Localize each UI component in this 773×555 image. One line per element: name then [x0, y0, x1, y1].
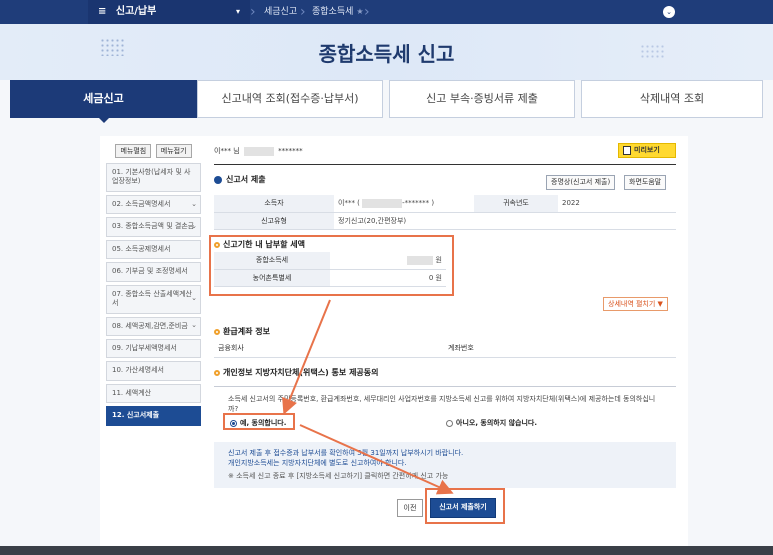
highlight-consent-yes — [223, 413, 295, 430]
account-value[interactable] — [494, 340, 676, 358]
masked-id — [362, 198, 403, 208]
chevron-down-icon: ⌄ — [191, 199, 197, 208]
print-certificate-button[interactable]: 증명상(신고서 제출) — [546, 175, 616, 190]
radio-empty-icon — [446, 419, 453, 427]
screen-help-button[interactable]: 화면도움말 — [624, 175, 667, 190]
chevron-right-icon: › — [250, 4, 256, 20]
tab-bar: 세금신고 신고내역 조회(접수증·납부서) 신고 부속·증빙서류 제출 삭제내역… — [10, 80, 763, 123]
consent-no-radio[interactable]: 아니오, 동의하지 않습니다. — [446, 418, 537, 428]
main-menu-dropdown[interactable]: ≡ 신고/납부 ▾ — [88, 0, 250, 24]
section-refund-title: 환급계좌 정보 — [214, 326, 270, 337]
taxpayer-label: 소득자 — [214, 195, 334, 213]
sidebar-item-tax-calc[interactable]: 11. 세액계산 — [106, 383, 201, 404]
bank-value[interactable] — [264, 340, 444, 358]
chevron-right-icon: › — [300, 4, 306, 20]
chevron-down-icon: ⌄ — [191, 294, 197, 303]
breadcrumb-tax-report[interactable]: 세금신고 — [264, 0, 297, 24]
chevron-right-icon: › — [364, 4, 370, 20]
taxpayer-value: 이*** ( -******* ) — [334, 195, 474, 213]
chevron-down-icon: ⌄ — [191, 222, 197, 231]
account-label: 계좌번호 — [444, 340, 494, 358]
section-bullet-icon — [214, 369, 220, 376]
section-bullet-icon — [214, 175, 222, 184]
top-navigation: ≡ 신고/납부 ▾ › 세금신고 › 종합소득세 ★ › ⌄ — [0, 0, 773, 24]
sidebar-item-income-statement[interactable]: 02. 소득금액명세서 ⌄ — [106, 194, 201, 215]
sidebar-item-deductions[interactable]: 05. 소득공제명세서 — [106, 239, 201, 260]
footer-bar — [0, 546, 773, 555]
favorite-star-icon[interactable]: ★ — [356, 7, 363, 16]
highlight-submit — [425, 488, 505, 524]
user-info: 이*** 님 ******* — [214, 146, 303, 156]
page-header: 종합소득세 신고 — [0, 24, 773, 80]
expand-details-button[interactable]: 상세내역 펼치기 ▼ — [603, 297, 668, 311]
page-title: 종합소득세 신고 — [318, 42, 455, 66]
sidebar-item-income-loss[interactable]: 03. 종합소득금액 및 결손금 ⌄ — [106, 217, 201, 237]
sidebar-item-submit[interactable]: 12. 신고서제출 — [106, 406, 201, 426]
hamburger-icon: ≡ — [98, 6, 107, 17]
expand-menu-button[interactable]: 메뉴펼침 — [115, 144, 152, 158]
chevron-down-icon: ⌄ — [191, 321, 197, 330]
breadcrumb-income-tax[interactable]: 종합소득세 ★ — [312, 0, 364, 24]
sidebar-item-basic-info[interactable]: 01. 기본사항(납세자 및 사업장정보) — [106, 163, 201, 192]
highlight-tax-due — [209, 235, 454, 296]
collapse-menu-button[interactable]: 메뉴접기 — [155, 144, 192, 158]
section-submit-title: 신고서 제출 — [214, 174, 266, 185]
document-icon — [623, 145, 631, 155]
section-bullet-icon — [214, 328, 220, 335]
expand-circle-icon[interactable]: ⌄ — [663, 6, 675, 18]
taxpayer-info-table: 소득자 이*** ( -******* ) 귀속년도 2022 신고유형 정기신… — [214, 195, 676, 230]
sidebar-item-penalty[interactable]: 10. 가산세명세서 — [106, 361, 201, 381]
masked-id — [243, 146, 274, 156]
submission-notice: 신고서 제출 후 접수증과 납부서를 확인하여 5월 31일까지 납부하시기 바… — [214, 442, 676, 488]
tab-tax-report[interactable]: 세금신고 — [10, 80, 197, 123]
year-label: 귀속년도 — [474, 195, 558, 213]
main-menu-label: 신고/납부 — [115, 6, 157, 17]
sidebar-item-credits[interactable]: 08. 세액공제,감면,준비금 ⌄ — [106, 316, 201, 336]
step-sidebar: 메뉴펼침 메뉴접기 01. 기본사항(납세자 및 사업장정보) 02. 소득금액… — [106, 144, 201, 429]
bank-label: 금융회사 — [214, 340, 264, 358]
caret-down-icon: ▾ — [235, 7, 240, 16]
previous-button[interactable]: 이전 — [397, 499, 423, 517]
divider — [214, 164, 676, 165]
section-consent-title: 개인정보 지방자치단체(위택스) 통보 제공동의 — [214, 367, 379, 378]
sidebar-item-donations[interactable]: 06. 기부금 및 조정명세서 — [106, 262, 201, 282]
sidebar-item-prepaid-tax[interactable]: 09. 기납부세액명세서 — [106, 338, 201, 359]
preview-button[interactable]: 미리보기 — [618, 143, 676, 158]
refund-account-table: 금융회사 계좌번호 — [214, 340, 676, 358]
tab-report-history[interactable]: 신고내역 조회(접수증·납부서) — [197, 80, 383, 118]
sidebar-item-tax-computation[interactable]: 07. 종합소득 산출세액계산서 ⌄ — [106, 284, 201, 314]
report-type-label: 신고유형 — [214, 212, 334, 230]
tab-attachments[interactable]: 신고 부속·증빙서류 제출 — [389, 80, 575, 118]
report-type-value: 정기신고(20,간편장부) — [334, 212, 676, 230]
tab-deleted-history[interactable]: 삭제내역 조회 — [581, 80, 763, 118]
year-value: 2022 — [558, 195, 676, 213]
